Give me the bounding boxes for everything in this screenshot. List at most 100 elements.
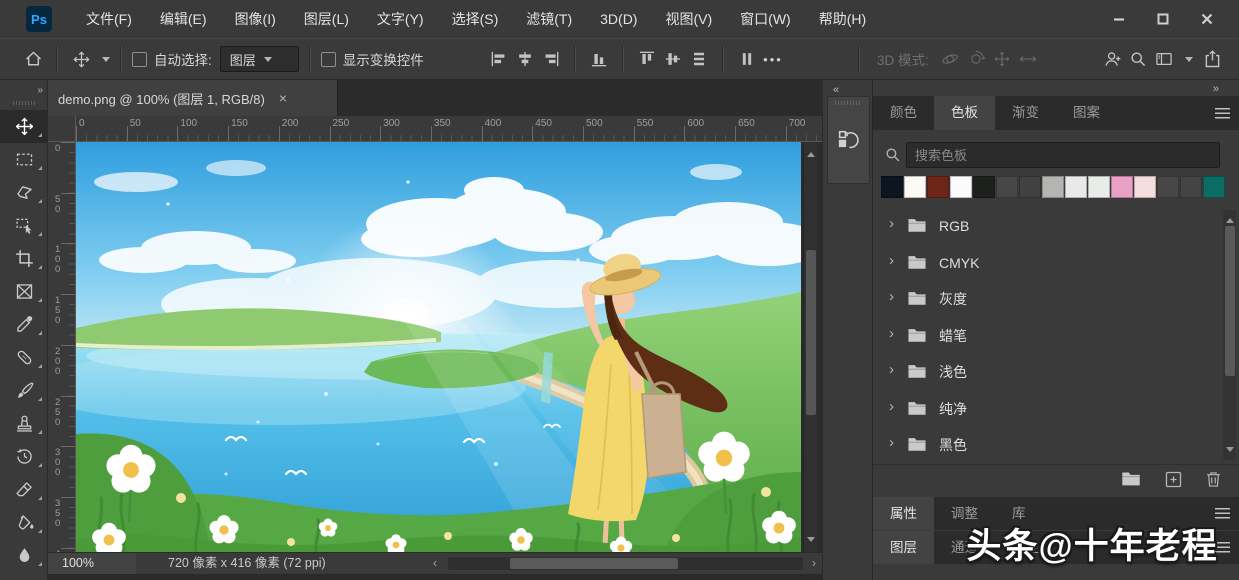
search-button[interactable] [1125, 46, 1151, 72]
menu-item[interactable]: 视图(V) [651, 0, 726, 38]
menu-item[interactable]: 文字(Y) [363, 0, 438, 38]
history-panel-collapsed[interactable] [827, 96, 870, 184]
color-swatch[interactable] [927, 176, 949, 198]
align-bottom-button[interactable] [586, 46, 612, 72]
scroll-up-arrow-icon[interactable] [807, 148, 815, 157]
align-center-h-button[interactable] [512, 46, 538, 72]
expand-toolbar-button[interactable]: » [37, 85, 42, 96]
canvas-image[interactable] [76, 142, 801, 552]
new-group-button[interactable] [1120, 469, 1142, 488]
color-swatch[interactable] [1088, 176, 1110, 198]
swatches-panel-tab[interactable]: 色板 [934, 96, 995, 130]
canvas-horizontal-scrollbar[interactable] [448, 557, 803, 570]
menu-item[interactable]: 文件(F) [72, 0, 146, 38]
swatch-group-row[interactable]: ›黑色 [873, 427, 1218, 464]
menu-item[interactable]: 编辑(E) [146, 0, 221, 38]
chevron-right-icon[interactable]: › [889, 434, 894, 451]
lasso-tool[interactable] [0, 176, 48, 209]
toolbar-gripper[interactable] [13, 101, 35, 105]
distribute-h-button[interactable] [734, 46, 760, 72]
swatches-panel-tab[interactable]: 颜色 [873, 96, 934, 130]
show-transform-checkbox[interactable] [321, 52, 336, 67]
history-icon[interactable] [836, 127, 861, 152]
swatch-group-row[interactable]: ›纯净 [873, 391, 1218, 428]
chevron-right-icon[interactable]: › [889, 325, 894, 342]
frame-tool[interactable] [0, 275, 48, 308]
swatch-group-row[interactable]: ›灰度 [873, 281, 1218, 318]
align-middle-button[interactable] [660, 46, 686, 72]
canvas-vertical-scrollbar[interactable] [803, 142, 818, 552]
swatch-group-row[interactable]: ›RGB [873, 208, 1218, 245]
scroll-up-arrow-icon[interactable] [1226, 214, 1234, 223]
workspace-switcher-button[interactable] [1151, 46, 1177, 72]
marquee-tool[interactable] [0, 143, 48, 176]
chevron-right-icon[interactable]: › [889, 398, 894, 415]
close-button[interactable] [1185, 4, 1229, 34]
chevron-right-icon[interactable]: › [889, 361, 894, 378]
maximize-button[interactable] [1141, 4, 1185, 34]
scroll-right-arrow-icon[interactable]: › [812, 556, 816, 570]
more-align-options-button[interactable]: ••• [760, 46, 786, 72]
color-swatch[interactable] [1019, 176, 1041, 198]
panel-gripper[interactable] [835, 101, 861, 105]
expand-dock-button[interactable]: « [833, 84, 839, 96]
swatches-panel-tab[interactable]: 图案 [1056, 96, 1117, 130]
scrollbar-thumb[interactable] [510, 558, 678, 569]
color-swatch[interactable] [950, 176, 972, 198]
move-tool-preset-button[interactable] [68, 46, 94, 72]
color-swatch[interactable] [973, 176, 995, 198]
delete-swatch-button[interactable] [1203, 469, 1224, 490]
swatches-panel-tab[interactable]: 渐变 [995, 96, 1056, 130]
scrollbar-thumb[interactable] [1225, 226, 1235, 376]
blur-tool[interactable] [0, 539, 48, 572]
collapse-panel-button[interactable]: » [1213, 83, 1219, 95]
menu-item[interactable]: 选择(S) [438, 0, 513, 38]
menu-item[interactable]: 图像(I) [221, 0, 290, 38]
stamp-tool[interactable] [0, 407, 48, 440]
color-swatch[interactable] [1065, 176, 1087, 198]
panel-menu-icon[interactable] [1215, 108, 1230, 119]
properties-panel-tab[interactable]: 属性 [873, 497, 934, 530]
color-swatch[interactable] [1180, 176, 1202, 198]
align-right-button[interactable] [538, 46, 564, 72]
panel-scrollbar[interactable] [1223, 210, 1236, 460]
swatch-group-row[interactable]: ›蜡笔 [873, 318, 1218, 355]
zoom-level-field[interactable]: 100% [48, 553, 136, 574]
menu-item[interactable]: 滤镜(T) [512, 0, 586, 38]
menu-item[interactable]: 帮助(H) [805, 0, 880, 38]
new-swatch-button[interactable] [1163, 469, 1184, 490]
share-for-review-button[interactable] [1099, 46, 1125, 72]
eraser-tool[interactable] [0, 473, 48, 506]
chevron-right-icon[interactable]: › [889, 215, 894, 232]
move-tool[interactable] [0, 110, 48, 143]
color-swatch[interactable] [1203, 176, 1225, 198]
share-image-button[interactable] [1199, 46, 1225, 72]
color-swatch[interactable] [881, 176, 903, 198]
color-swatch[interactable] [996, 176, 1018, 198]
color-swatch[interactable] [1111, 176, 1133, 198]
home-button[interactable] [20, 46, 46, 72]
auto-select-target-dropdown[interactable]: 图层 [220, 46, 299, 72]
color-swatch[interactable] [1157, 176, 1179, 198]
align-top-button[interactable] [634, 46, 660, 72]
eyedropper-tool[interactable] [0, 308, 48, 341]
swatch-group-row[interactable]: ›浅色 [873, 354, 1218, 391]
scroll-down-arrow-icon[interactable] [1226, 447, 1234, 456]
swatch-group-row[interactable]: ›CMYK [873, 245, 1218, 282]
chevron-right-icon[interactable]: › [889, 252, 894, 269]
scroll-left-arrow-icon[interactable]: ‹ [433, 556, 437, 570]
layers-panel-tab[interactable]: 图层 [873, 531, 934, 564]
crop-tool[interactable] [0, 242, 48, 275]
color-swatch[interactable] [1134, 176, 1156, 198]
brush-tool[interactable] [0, 374, 48, 407]
chevron-right-icon[interactable]: › [889, 288, 894, 305]
color-swatch[interactable] [904, 176, 926, 198]
scrollbar-thumb[interactable] [806, 250, 816, 415]
document-close-icon[interactable]: × [279, 90, 287, 106]
bucket-tool[interactable] [0, 506, 48, 539]
menu-item[interactable]: 3D(D) [586, 0, 651, 38]
chevron-down-icon[interactable] [102, 57, 110, 66]
menu-item[interactable]: 图层(L) [290, 0, 363, 38]
minimize-button[interactable] [1097, 4, 1141, 34]
heal-tool[interactable] [0, 341, 48, 374]
